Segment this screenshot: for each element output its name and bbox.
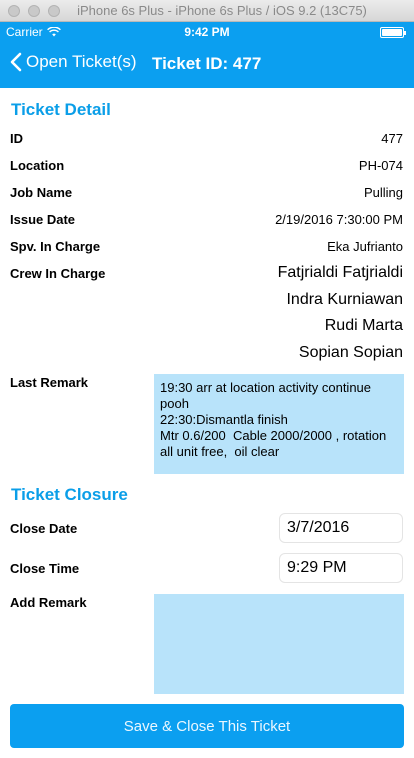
save-close-ticket-button[interactable]: Save & Close This Ticket <box>10 704 404 748</box>
last-remark-label: Last Remark <box>10 375 89 390</box>
location-value: PH-074 <box>358 158 403 173</box>
crew-member: Sopian Sopian <box>298 344 403 361</box>
issue-date-value: 2/19/2016 7:30:00 PM <box>275 212 403 227</box>
issue-date-label: Issue Date <box>10 212 76 227</box>
add-remark-input[interactable] <box>154 594 404 694</box>
simulator-title-bar: iPhone 6s Plus - iPhone 6s Plus / iOS 9.… <box>0 0 414 22</box>
ticket-detail-heading: Ticket Detail <box>11 100 111 119</box>
location-label: Location <box>10 158 65 173</box>
last-remark-text: 19:30 arr at location activity continue … <box>154 374 404 474</box>
back-button[interactable]: Open Ticket(s) <box>10 52 137 72</box>
close-date-label: Close Date <box>10 521 78 536</box>
ticket-closure-heading: Ticket Closure <box>11 485 128 504</box>
crew-member: Rudi Marta <box>324 317 403 334</box>
close-time-label: Close Time <box>10 561 80 576</box>
id-value: 477 <box>381 131 403 146</box>
navigation-bar: Open Ticket(s) Ticket ID: 477 <box>0 42 414 86</box>
close-time-field[interactable]: 9:29 PM <box>279 553 403 583</box>
status-time: 9:42 PM <box>184 25 230 39</box>
crew-member: Fatjrialdi Fatjrialdi <box>277 264 403 281</box>
simulator-title: iPhone 6s Plus - iPhone 6s Plus / iOS 9.… <box>77 3 367 18</box>
ticket-content: Ticket Detail ID 477 Location PH-074 Job… <box>0 88 414 758</box>
back-button-label: Open Ticket(s) <box>26 52 137 71</box>
battery-icon <box>380 27 406 38</box>
add-remark-label: Add Remark <box>10 595 87 610</box>
crew-member: Indra Kurniawan <box>286 291 403 308</box>
close-date-field[interactable]: 3/7/2016 <box>279 513 403 543</box>
id-label: ID <box>10 131 23 146</box>
chevron-left-icon <box>10 52 22 72</box>
job-name-label: Job Name <box>10 185 73 200</box>
status-bar: Carrier 9:42 PM <box>0 22 414 42</box>
spv-in-charge-label: Spv. In Charge <box>10 239 101 254</box>
ios-header: Carrier 9:42 PM Open Ticket(s) Ticket ID… <box>0 22 414 88</box>
page-title: Ticket ID: 477 <box>152 54 262 73</box>
job-name-value: Pulling <box>363 185 403 200</box>
crew-in-charge-label: Crew In Charge <box>10 266 106 281</box>
spv-in-charge-value: Eka Jufrianto <box>327 239 403 254</box>
